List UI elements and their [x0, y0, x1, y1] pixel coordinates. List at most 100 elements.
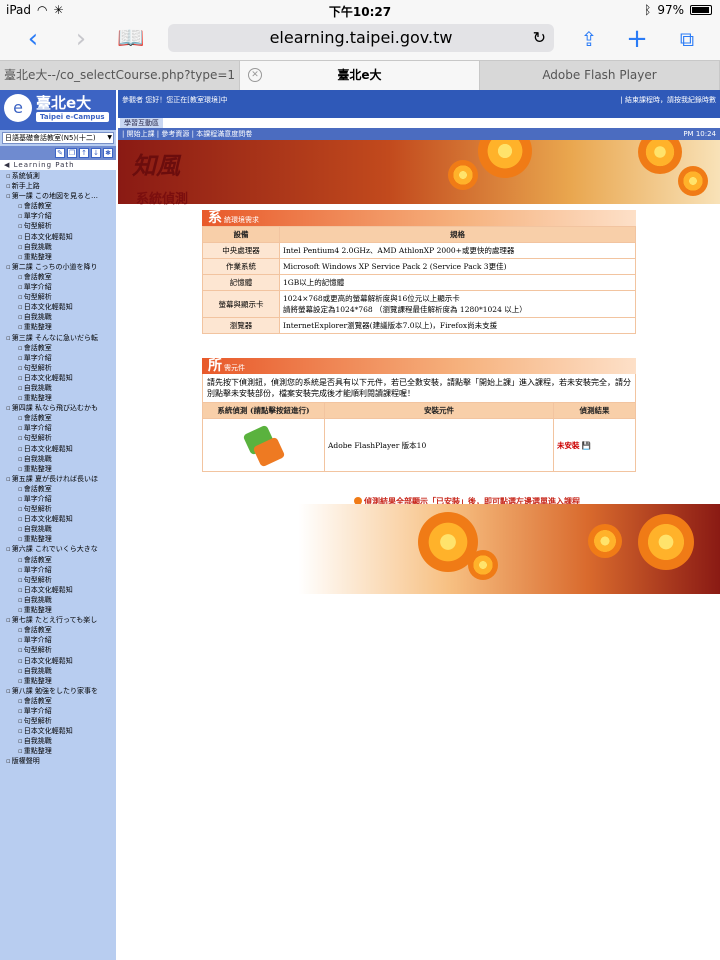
course-nav-links[interactable]: | 開始上課 | 參考資源 | 本課程滿意度問卷 [122, 130, 252, 138]
tab-interactive-area[interactable]: 學習互動區 [120, 118, 163, 128]
tree-subitem[interactable]: 會話教室 [0, 484, 116, 494]
tree-item[interactable]: 第四課 私なら飛び込むかも [0, 403, 116, 413]
tabs-overview-icon[interactable]: ⧉ [672, 24, 702, 54]
env-col-spec: 規格 [279, 226, 636, 243]
tree-subitem[interactable]: 句型解析 [0, 716, 116, 726]
tree-subitem[interactable]: 會話教室 [0, 696, 116, 706]
tab-taipei-e[interactable]: ✕ 臺北e大 [240, 61, 480, 90]
tree-subitem[interactable]: 重點整理 [0, 252, 116, 262]
env-head-small: 統環境需求 [224, 216, 259, 224]
row-label: 中央處理器 [202, 242, 280, 259]
tree-item[interactable]: 系統偵測 [0, 171, 116, 181]
tree-item[interactable]: 第六課 これでいくら大きな [0, 544, 116, 554]
tree-subitem[interactable]: 重點整理 [0, 393, 116, 403]
tree-subitem[interactable]: 會話教室 [0, 625, 116, 635]
tree-subitem[interactable]: 自我挑戰 [0, 666, 116, 676]
clock: 下午10:27 [328, 5, 392, 19]
tree-subitem[interactable]: 句型解析 [0, 504, 116, 514]
tree-subitem[interactable]: 重點整理 [0, 322, 116, 332]
download-icon[interactable]: 💾 [582, 441, 591, 450]
tree-subitem[interactable]: 會話教室 [0, 272, 116, 282]
sidebar-tools: ✎ ❐ ↑ ↓ ✱ [0, 146, 116, 160]
tree-subitem[interactable]: 單字介紹 [0, 282, 116, 292]
row-value: 1GB以上的記憶體 [279, 274, 636, 291]
tree-subitem[interactable]: 日本文化輕鬆知 [0, 726, 116, 736]
server-time: PM 10:24 [683, 130, 716, 138]
bookmarks-icon[interactable]: 📖 [116, 24, 146, 54]
tree-subitem[interactable]: 單字介紹 [0, 706, 116, 716]
tree-subitem[interactable]: 句型解析 [0, 363, 116, 373]
install-status-link[interactable]: 未安裝 [557, 441, 580, 450]
tree-item[interactable]: 第五課 夏が長ければ長いほ [0, 474, 116, 484]
tree-item[interactable]: 新手上路 [0, 181, 116, 191]
tree-subitem[interactable]: 會話教室 [0, 555, 116, 565]
flower-graphic [638, 514, 694, 570]
record-hours-link[interactable]: | 結束課程時，請按我紀錄時數 [620, 95, 716, 105]
new-tab-button[interactable]: + [622, 24, 652, 54]
down-icon[interactable]: ↓ [91, 148, 101, 158]
tree-subitem[interactable]: 單字介紹 [0, 565, 116, 575]
tree-subitem[interactable]: 句型解析 [0, 645, 116, 655]
tree-subitem[interactable]: 自我挑戰 [0, 736, 116, 746]
tab-bar: 臺北e大--/co_selectCourse.php?type=1 ✕ 臺北e大… [0, 60, 720, 90]
row-label: 瀏覽器 [202, 317, 280, 334]
tree-item[interactable]: 版權聲明 [0, 756, 116, 766]
tree-subitem[interactable]: 重點整理 [0, 464, 116, 474]
tree-subitem[interactable]: 日本文化輕鬆知 [0, 373, 116, 383]
forward-button[interactable]: › [66, 24, 96, 54]
tree-subitem[interactable]: 會話教室 [0, 413, 116, 423]
tree-subitem[interactable]: 句型解析 [0, 433, 116, 443]
tree-subitem[interactable]: 句型解析 [0, 575, 116, 585]
learning-path-header: ◀ Learning Path [0, 160, 116, 170]
main-content: 參觀者 您好！您正在[教室環境]中 | 結束課程時，請按我紀錄時數 學習互動區 … [118, 90, 720, 594]
tree-subitem[interactable]: 單字介紹 [0, 423, 116, 433]
tree-subitem[interactable]: 日本文化輕鬆知 [0, 656, 116, 666]
tree-subitem[interactable]: 重點整理 [0, 746, 116, 756]
tree-subitem[interactable]: 自我挑戰 [0, 383, 116, 393]
tree-subitem[interactable]: 重點整理 [0, 605, 116, 615]
tree-subitem[interactable]: 自我挑戰 [0, 242, 116, 252]
share-icon[interactable]: ⇪ [574, 24, 604, 54]
tab-flash-player[interactable]: Adobe Flash Player [480, 61, 720, 90]
env-head-big: 系 [208, 210, 222, 226]
row-label: 作業系統 [202, 258, 280, 275]
tree-subitem[interactable]: 句型解析 [0, 292, 116, 302]
tree-subitem[interactable]: 自我挑戰 [0, 595, 116, 605]
tree-item[interactable]: 第二課 こっちの小道を降り [0, 262, 116, 272]
tree-subitem[interactable]: 會話教室 [0, 343, 116, 353]
tree-subitem[interactable]: 句型解析 [0, 221, 116, 231]
tree-subitem[interactable]: 單字介紹 [0, 353, 116, 363]
course-select[interactable]: 日語基礎會話教室(N5)(十二) ▼ [2, 132, 114, 144]
tree-item[interactable]: 第一課 この地図を見ると… [0, 191, 116, 201]
site-logo[interactable]: e 臺北e大 Taipei e-Campus [0, 90, 116, 130]
tree-item[interactable]: 第七課 たとえ行っても楽し [0, 615, 116, 625]
tree-subitem[interactable]: 自我挑戰 [0, 312, 116, 322]
tree-subitem[interactable]: 重點整理 [0, 676, 116, 686]
tree-subitem[interactable]: 單字介紹 [0, 211, 116, 221]
tree-subitem[interactable]: 重點整理 [0, 534, 116, 544]
tab-course-select[interactable]: 臺北e大--/co_selectCourse.php?type=1 [0, 61, 240, 90]
detect-button[interactable] [242, 424, 285, 468]
tree-subitem[interactable]: 日本文化輕鬆知 [0, 514, 116, 524]
copy-icon[interactable]: ❐ [67, 148, 77, 158]
tree-subitem[interactable]: 日本文化輕鬆知 [0, 232, 116, 242]
tree-subitem[interactable]: 日本文化輕鬆知 [0, 302, 116, 312]
tree-item[interactable]: 第八課 勉強をしたり家事を [0, 686, 116, 696]
address-bar[interactable]: elearning.taipei.gov.tw ↻ [168, 24, 554, 52]
tree-subitem[interactable]: 會話教室 [0, 201, 116, 211]
reload-icon[interactable]: ↻ [533, 24, 546, 52]
tree-subitem[interactable]: 單字介紹 [0, 494, 116, 504]
tree-subitem[interactable]: 單字介紹 [0, 635, 116, 645]
up-icon[interactable]: ↑ [79, 148, 89, 158]
tree-item[interactable]: 第三課 そんなに急いだら転 [0, 333, 116, 343]
edit-icon[interactable]: ✎ [55, 148, 65, 158]
tree-subitem[interactable]: 日本文化輕鬆知 [0, 585, 116, 595]
tree-subitem[interactable]: 自我挑戰 [0, 454, 116, 464]
star-icon[interactable]: ✱ [103, 148, 113, 158]
row-value: Microsoft Windows XP Service Pack 2 (Ser… [279, 258, 636, 275]
tree-subitem[interactable]: 自我挑戰 [0, 524, 116, 534]
back-button[interactable]: ‹ [18, 24, 48, 54]
url-text: elearning.taipei.gov.tw [269, 28, 453, 47]
close-tab-icon[interactable]: ✕ [248, 68, 262, 82]
tree-subitem[interactable]: 日本文化輕鬆知 [0, 444, 116, 454]
